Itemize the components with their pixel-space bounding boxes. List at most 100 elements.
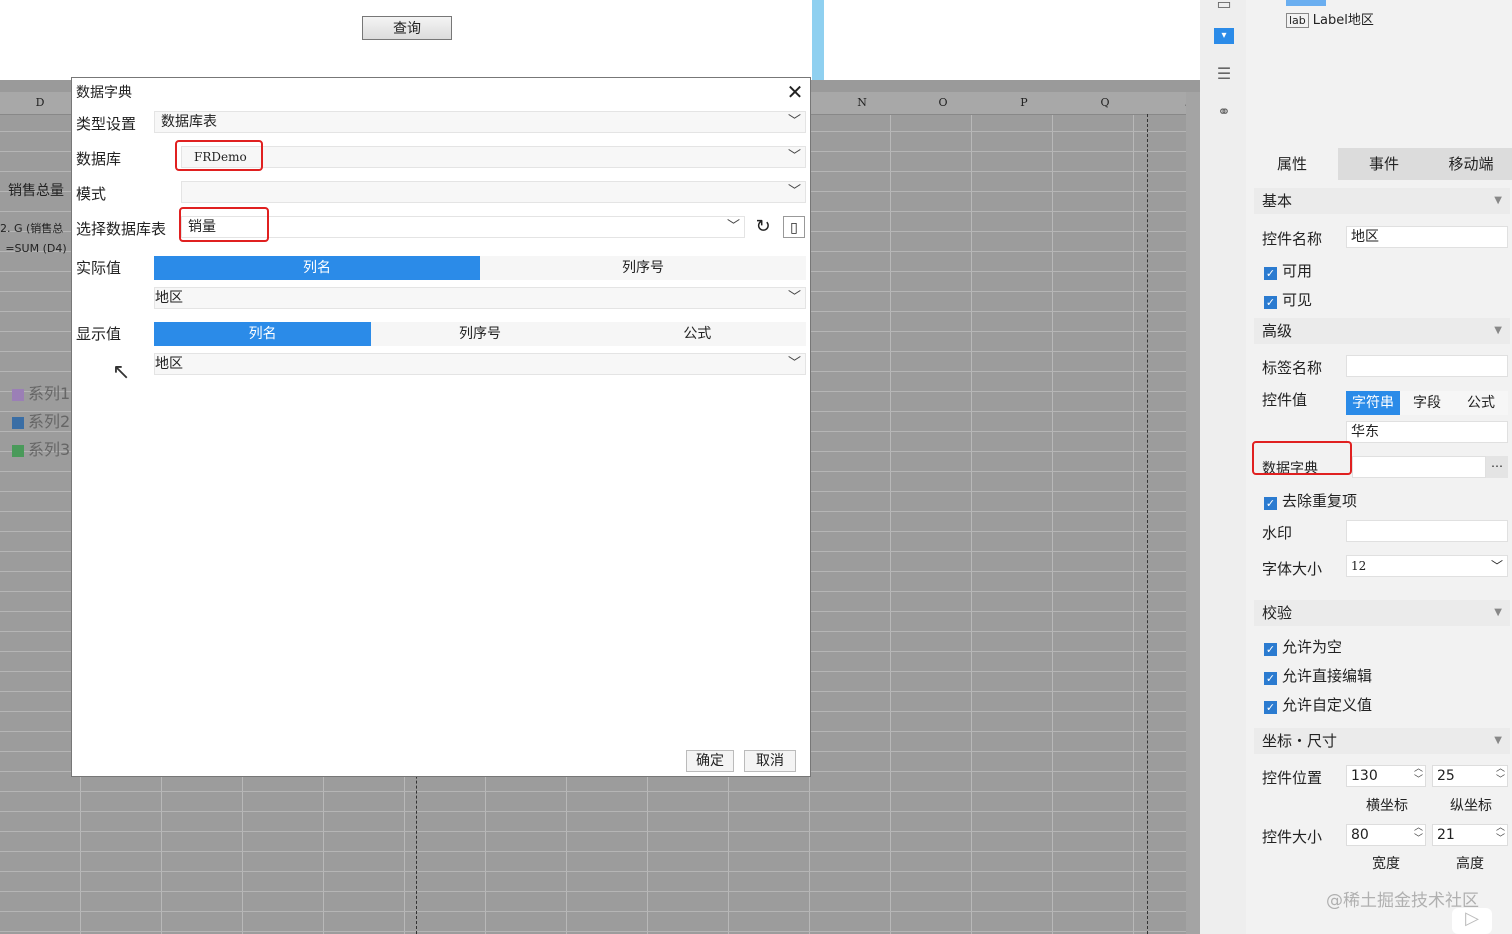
x-caption: 横坐标 bbox=[1366, 798, 1408, 814]
database-select[interactable]: FRDemo ﹀ bbox=[181, 146, 806, 168]
tab-field[interactable]: 字段 bbox=[1400, 391, 1454, 415]
watermark-input[interactable] bbox=[1346, 520, 1508, 542]
refresh-icon[interactable]: ↻ bbox=[752, 216, 774, 238]
position-label: 控件位置 bbox=[1262, 769, 1323, 787]
preview-icon[interactable]: ▯ bbox=[783, 216, 805, 238]
check-icon: ✓ bbox=[1264, 701, 1277, 714]
legend-swatch bbox=[12, 444, 24, 457]
actual-value-select[interactable]: 地区 ﹀ bbox=[154, 287, 806, 309]
collapse-icon[interactable]: ▼ bbox=[1494, 318, 1502, 344]
width-stepper[interactable]: 80 ︿ ﹀ bbox=[1346, 823, 1426, 846]
dedupe-checkbox[interactable]: ✓ 去除重复项 bbox=[1264, 490, 1357, 511]
data-dictionary-dialog: 数据字典 ✕ 类型设置 数据库表 ﹀ 数据库 FRDemo ﹀ 模式 ﹀ 选择数… bbox=[71, 77, 811, 777]
font-size-select[interactable]: 12 ﹀ bbox=[1346, 555, 1508, 577]
cancel-button[interactable]: 取消 bbox=[744, 750, 796, 772]
column-header-d[interactable]: D bbox=[0, 92, 80, 114]
chevron-down-icon[interactable]: ﹀ bbox=[727, 217, 740, 237]
collapse-icon[interactable]: ▼ bbox=[1494, 600, 1502, 626]
section-validate[interactable]: 校验 ▼ bbox=[1254, 600, 1510, 626]
tree-item-selected[interactable] bbox=[1286, 0, 1326, 6]
dialog-title: 数据字典 bbox=[76, 85, 132, 101]
tab-events[interactable]: 事件 bbox=[1338, 148, 1430, 180]
tab-mobile[interactable]: 移动端 bbox=[1430, 148, 1512, 180]
chevron-down-icon[interactable]: ﹀ bbox=[1491, 556, 1503, 576]
frame-icon[interactable]: ▭ bbox=[1214, 0, 1234, 13]
check-icon: ✓ bbox=[1264, 497, 1277, 510]
widget-value-tabs: 字符串 字段 公式 bbox=[1346, 391, 1508, 415]
chevron-down-icon[interactable]: ﹀ bbox=[788, 182, 801, 202]
cell-sales-total[interactable]: 销售总量 bbox=[0, 180, 72, 200]
more-icon[interactable]: ⋯ bbox=[1486, 456, 1508, 478]
section-basic[interactable]: 基本 ▼ bbox=[1254, 188, 1510, 214]
stepper-arrows-icon[interactable]: ︿ ﹀ bbox=[1414, 823, 1423, 845]
dropdown-widget-icon[interactable]: ▾ bbox=[1214, 28, 1234, 44]
stepper-arrows-icon[interactable]: ︿ ﹀ bbox=[1414, 764, 1423, 786]
list-icon[interactable]: ☰ bbox=[1214, 64, 1234, 83]
enabled-checkbox[interactable]: ✓ 可用 bbox=[1264, 260, 1312, 281]
tab-properties[interactable]: 属性 bbox=[1246, 148, 1338, 180]
collapse-icon[interactable]: ▼ bbox=[1494, 728, 1502, 754]
tab-column-index[interactable]: 列序号 bbox=[371, 322, 589, 346]
property-panel: lab Label地区 属性 事件 移动端 基本 ▼ 控件名称 地区 ✓ 可用 ✓ 可见… bbox=[1246, 0, 1512, 934]
widget-icon-column: ▭ ▾ ☰ ⚭ bbox=[1200, 0, 1246, 934]
section-geometry[interactable]: 坐标・尺寸 ▼ bbox=[1254, 728, 1510, 754]
stepper-arrows-icon[interactable]: ︿ ﹀ bbox=[1496, 823, 1505, 845]
link-icon[interactable]: ⚭ bbox=[1214, 102, 1234, 121]
column-header-p[interactable]: P bbox=[984, 92, 1064, 114]
display-value-select[interactable]: 地区 ﹀ bbox=[154, 353, 806, 375]
cell-formula-label[interactable]: 2. G (销售总 bbox=[0, 220, 72, 236]
allow-edit-checkbox[interactable]: ✓ 允许直接编辑 bbox=[1264, 665, 1372, 686]
ok-button[interactable]: 确定 bbox=[686, 750, 734, 772]
tab-column-name[interactable]: 列名 bbox=[154, 256, 480, 280]
stepper-arrows-icon[interactable]: ︿ ﹀ bbox=[1496, 764, 1505, 786]
chevron-down-icon[interactable]: ﹀ bbox=[788, 112, 801, 132]
cell-formula[interactable]: =SUM (D4) bbox=[0, 242, 72, 255]
tag-name-input[interactable] bbox=[1346, 355, 1508, 377]
tab-formula[interactable]: 公式 bbox=[588, 322, 806, 346]
play-icon[interactable]: ▷ bbox=[1452, 908, 1492, 934]
column-header-o[interactable]: O bbox=[903, 92, 983, 114]
font-size-label: 字体大小 bbox=[1262, 560, 1323, 578]
height-stepper[interactable]: 21 ︿ ﹀ bbox=[1432, 823, 1508, 846]
legend-item: 系列2 bbox=[12, 408, 70, 432]
highlight-box bbox=[1252, 441, 1352, 475]
close-icon[interactable]: ✕ bbox=[784, 80, 806, 104]
left-cells: 销售总量 2. G (销售总 =SUM (D4) 系列1 系列2 系列3 bbox=[0, 114, 72, 534]
tab-string[interactable]: 字符串 bbox=[1346, 391, 1400, 415]
column-header-q[interactable]: Q bbox=[1065, 92, 1145, 114]
chevron-down-icon[interactable]: ﹀ bbox=[788, 288, 801, 308]
collapse-icon[interactable]: ▼ bbox=[1494, 188, 1502, 214]
data-dictionary-input[interactable] bbox=[1352, 456, 1486, 478]
tab-column-name[interactable]: 列名 bbox=[154, 322, 372, 346]
mode-select[interactable]: ﹀ bbox=[181, 181, 806, 203]
check-icon: ✓ bbox=[1264, 267, 1277, 280]
legend-swatch bbox=[12, 388, 24, 401]
vertical-scrollbar[interactable] bbox=[1186, 92, 1200, 934]
allow-empty-checkbox[interactable]: ✓ 允许为空 bbox=[1264, 636, 1342, 657]
width-caption: 宽度 bbox=[1372, 856, 1400, 872]
mode-label: 模式 bbox=[76, 185, 107, 203]
highlight-box bbox=[179, 207, 269, 242]
type-select[interactable]: 数据库表 ﹀ bbox=[154, 111, 806, 133]
position-y-stepper[interactable]: 25 ︿ ﹀ bbox=[1432, 764, 1508, 787]
position-x-stepper[interactable]: 130 ︿ ﹀ bbox=[1346, 764, 1426, 787]
visible-checkbox[interactable]: ✓ 可见 bbox=[1264, 289, 1312, 310]
chevron-down-icon[interactable]: ﹀ bbox=[788, 147, 801, 167]
actual-value-tabs: 列名 列序号 bbox=[154, 256, 806, 280]
query-button[interactable]: 查询 bbox=[362, 16, 452, 40]
widget-name-input[interactable]: 地区 bbox=[1346, 226, 1508, 248]
chevron-down-icon[interactable]: ﹀ bbox=[788, 354, 801, 374]
tree-item-label[interactable]: lab Label地区 bbox=[1286, 9, 1374, 28]
actual-value-label: 实际值 bbox=[76, 259, 122, 277]
section-advanced[interactable]: 高级 ▼ bbox=[1254, 318, 1510, 344]
allow-custom-checkbox[interactable]: ✓ 允许自定义值 bbox=[1264, 694, 1372, 715]
check-icon: ✓ bbox=[1264, 643, 1277, 656]
divider-bar bbox=[812, 0, 824, 80]
widget-name-label: 控件名称 bbox=[1262, 230, 1323, 248]
legend-swatch bbox=[12, 416, 24, 429]
watermark-text: @稀土掘金技术社区 bbox=[1326, 891, 1479, 911]
tab-formula[interactable]: 公式 bbox=[1454, 391, 1508, 415]
widget-value-input[interactable]: 华东 bbox=[1346, 421, 1508, 443]
tab-column-index[interactable]: 列序号 bbox=[480, 256, 806, 280]
column-header-n[interactable]: N bbox=[822, 92, 902, 114]
